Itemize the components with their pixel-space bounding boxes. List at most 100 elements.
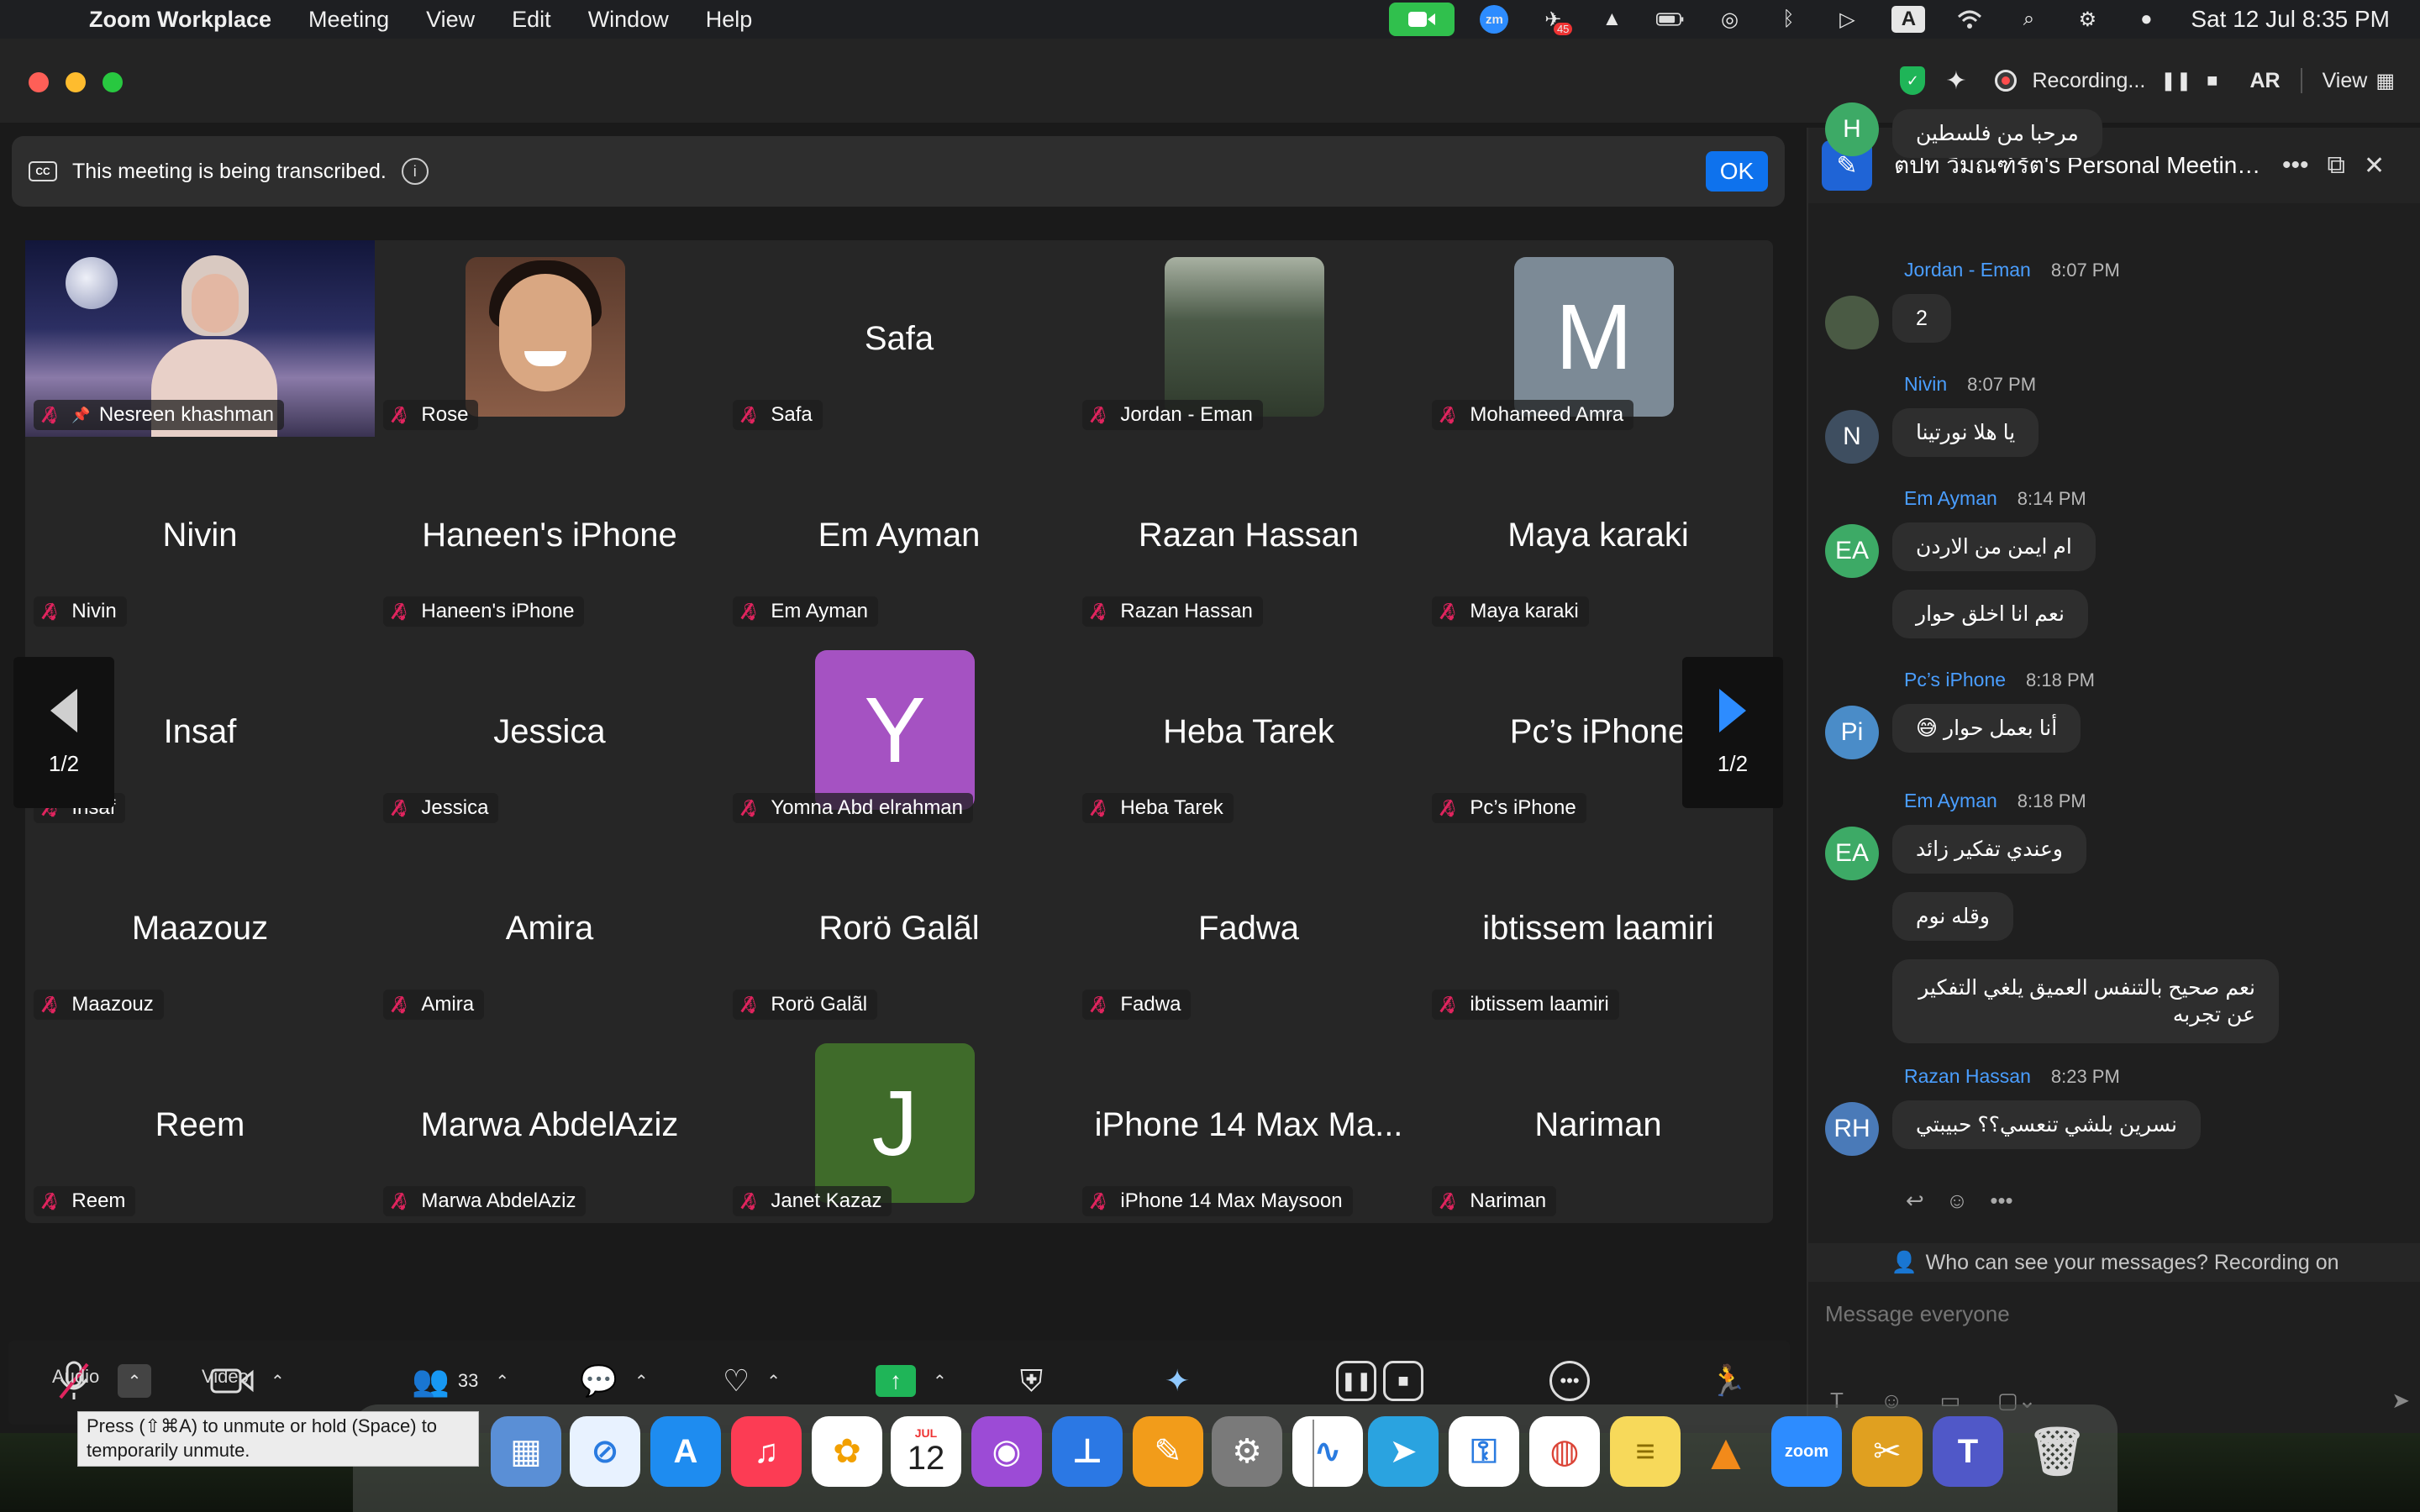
record-controls[interactable]: ❚❚ ■: [1336, 1356, 1430, 1406]
sender-name[interactable]: Nivin: [1904, 373, 1947, 395]
audio-options-button[interactable]: ⌃: [118, 1356, 151, 1406]
pop-out-icon[interactable]: ⧉: [2328, 151, 2345, 180]
chevron-up-icon[interactable]: ⌃: [495, 1371, 509, 1392]
sender-name[interactable]: Em Ayman: [1904, 487, 1997, 509]
participant-tile[interactable]: Heba Tarek 🎙 Heba Tarek: [1074, 633, 1423, 830]
stop-recording-icon[interactable]: ■: [1383, 1361, 1423, 1401]
chevron-up-icon[interactable]: ⌃: [766, 1371, 781, 1392]
color-picker-icon[interactable]: ✂: [1852, 1416, 1923, 1487]
reply-icon[interactable]: ↩: [1906, 1188, 1924, 1214]
participant-tile[interactable]: Maya karaki 🎙 Maya karaki: [1423, 437, 1773, 633]
music-icon[interactable]: ♫: [731, 1416, 802, 1487]
vlc-menu-icon[interactable]: ▲: [1597, 7, 1626, 32]
leave-button[interactable]: 🏃: [1709, 1356, 1747, 1406]
participant-tile[interactable]: Em Ayman 🎙 Em Ayman: [724, 437, 1074, 633]
spotlight-search-icon[interactable]: ⌕: [2014, 7, 2043, 32]
participant-tile[interactable]: Fadwa 🎙 Fadwa: [1074, 830, 1423, 1026]
menu-view[interactable]: View: [426, 7, 475, 33]
send-icon[interactable]: ➤: [2391, 1388, 2410, 1414]
more-options-icon[interactable]: •••: [2282, 151, 2309, 180]
shield-check-icon[interactable]: ✓: [1900, 66, 1926, 95]
menu-meeting[interactable]: Meeting: [308, 7, 389, 33]
pages-icon[interactable]: ✎: [1133, 1416, 1203, 1487]
menubar-clock[interactable]: Sat 12 Jul 8:35 PM: [2191, 6, 2390, 33]
gallery-prev-page-button[interactable]: 1/2: [13, 657, 114, 808]
freeform-icon[interactable]: ∿: [1292, 1416, 1363, 1487]
participant-tile[interactable]: Amira 🎙 Amira: [375, 830, 724, 1026]
sender-name[interactable]: Jordan - Eman: [1904, 259, 2031, 281]
info-icon[interactable]: i: [401, 158, 429, 185]
sender-name[interactable]: Em Ayman: [1904, 790, 1997, 811]
notification-badge-icon[interactable]: ✈ 45: [1539, 7, 1573, 35]
teams-icon[interactable]: T: [1933, 1416, 2003, 1487]
emoji-react-icon[interactable]: ☺: [1946, 1188, 1969, 1214]
close-window-button[interactable]: [29, 72, 49, 92]
battery-icon[interactable]: [1656, 7, 1685, 32]
participant-tile[interactable]: Jessica 🎙 Jessica: [375, 633, 724, 830]
participant-tile[interactable]: Haneen's iPhone 🎙 Haneen's iPhone: [375, 437, 724, 633]
safari-icon[interactable]: ⊘: [570, 1416, 640, 1487]
photos-icon[interactable]: ✿: [812, 1416, 882, 1487]
participant-tile[interactable]: 🎙 📌 Nesreen khashman: [25, 240, 375, 437]
menu-edit[interactable]: Edit: [512, 7, 551, 33]
message-visibility-notice[interactable]: 👤 Who can see your messages? Recording o…: [1808, 1243, 2420, 1282]
close-icon[interactable]: ✕: [2364, 151, 2385, 181]
menu-window[interactable]: Window: [588, 7, 669, 33]
chat-button[interactable]: 💬 ⌃: [580, 1356, 649, 1406]
minimize-window-button[interactable]: [66, 72, 86, 92]
chevron-up-icon[interactable]: ⌃: [933, 1371, 947, 1392]
input-source-icon[interactable]: A: [1891, 6, 1926, 33]
participant-tile[interactable]: Nariman 🎙 Nariman: [1423, 1026, 1773, 1223]
participant-tile[interactable]: J 🎙 Janet Kazaz: [724, 1026, 1074, 1223]
zoom-status-icon[interactable]: zm: [1480, 5, 1509, 34]
more-dots-icon[interactable]: •••: [1990, 1188, 2012, 1214]
grid-icon[interactable]: ▦: [2375, 69, 2395, 93]
podcasts-icon[interactable]: ◉: [971, 1416, 1042, 1487]
participant-tile[interactable]: Rorö Galãl 🎙 Rorö Galãl: [724, 830, 1074, 1026]
wifi-icon[interactable]: [1955, 7, 1984, 32]
reactions-button[interactable]: ♡ ⌃: [723, 1356, 781, 1406]
participant-tile[interactable]: M 🎙 Mohameed Amra: [1423, 240, 1773, 437]
stop-icon[interactable]: ■: [2207, 70, 2217, 92]
language-interpretation-button[interactable]: AR: [2249, 69, 2280, 93]
menu-help[interactable]: Help: [706, 7, 753, 33]
sender-name[interactable]: Pc’s iPhone: [1904, 669, 2006, 690]
airdrop-icon[interactable]: ◎: [1715, 7, 1744, 32]
notes-icon[interactable]: ≡: [1610, 1416, 1681, 1487]
participant-tile[interactable]: Maazouz 🎙 Maazouz: [25, 830, 375, 1026]
zoom-icon[interactable]: zoom: [1771, 1416, 1842, 1487]
keynote-icon[interactable]: ⊥: [1052, 1416, 1123, 1487]
participant-tile[interactable]: Reem 🎙 Reem: [25, 1026, 375, 1223]
pause-icon[interactable]: ❚❚: [2160, 70, 2191, 92]
participant-tile[interactable]: ibtissem laamiri 🎙 ibtissem laamiri: [1423, 830, 1773, 1026]
participant-tile[interactable]: Marwa AbdelAziz 🎙 Marwa AbdelAziz: [375, 1026, 724, 1223]
participant-tile[interactable]: iPhone 14 Max Ma... 🎙 iPhone 14 Max Maysoo…: [1074, 1026, 1423, 1223]
keychain-icon[interactable]: ⚿: [1449, 1416, 1519, 1487]
recording-status[interactable]: Recording...: [2032, 69, 2145, 93]
ai-sparkle-icon[interactable]: ✦: [1945, 66, 1966, 96]
message-input[interactable]: [1825, 1297, 2396, 1331]
participant-tile[interactable]: 🎙 Jordan - Eman: [1074, 240, 1423, 437]
participant-tile[interactable]: Y 🎙 Yomna Abd elrahman: [724, 633, 1074, 830]
ai-companion-button[interactable]: ✦: [1165, 1356, 1190, 1406]
app-menu-name[interactable]: Zoom Workplace: [89, 7, 271, 33]
participant-tile[interactable]: Nivin 🎙 Nivin: [25, 437, 375, 633]
participant-tile[interactable]: 🎙 Rose: [375, 240, 724, 437]
control-center-icon[interactable]: ⚙: [2073, 7, 2102, 32]
vlc-icon[interactable]: ▲: [1691, 1416, 1761, 1487]
chevron-up-icon[interactable]: ⌃: [634, 1371, 649, 1392]
share-screen-button[interactable]: ↑ ⌃: [876, 1356, 947, 1406]
participants-button[interactable]: 👥 33 ⌃: [412, 1356, 509, 1406]
chevron-up-icon[interactable]: ⌃: [271, 1371, 285, 1392]
chrome-icon[interactable]: ◍: [1529, 1416, 1600, 1487]
gallery-next-page-button[interactable]: 1/2: [1682, 657, 1783, 808]
siri-icon[interactable]: ●: [2132, 7, 2160, 32]
pause-recording-icon[interactable]: ❚❚: [1336, 1361, 1376, 1401]
sender-name[interactable]: Razan Hassan: [1904, 1065, 2031, 1087]
app-store-icon[interactable]: A: [650, 1416, 721, 1487]
bluetooth-icon[interactable]: ᛒ: [1774, 7, 1802, 32]
participant-tile[interactable]: Razan Hassan 🎙 Razan Hassan: [1074, 437, 1423, 633]
launchpad-icon[interactable]: ▦: [491, 1416, 561, 1487]
trash-icon[interactable]: 🗑: [2022, 1416, 2092, 1487]
system-settings-icon[interactable]: ⚙: [1212, 1416, 1282, 1487]
